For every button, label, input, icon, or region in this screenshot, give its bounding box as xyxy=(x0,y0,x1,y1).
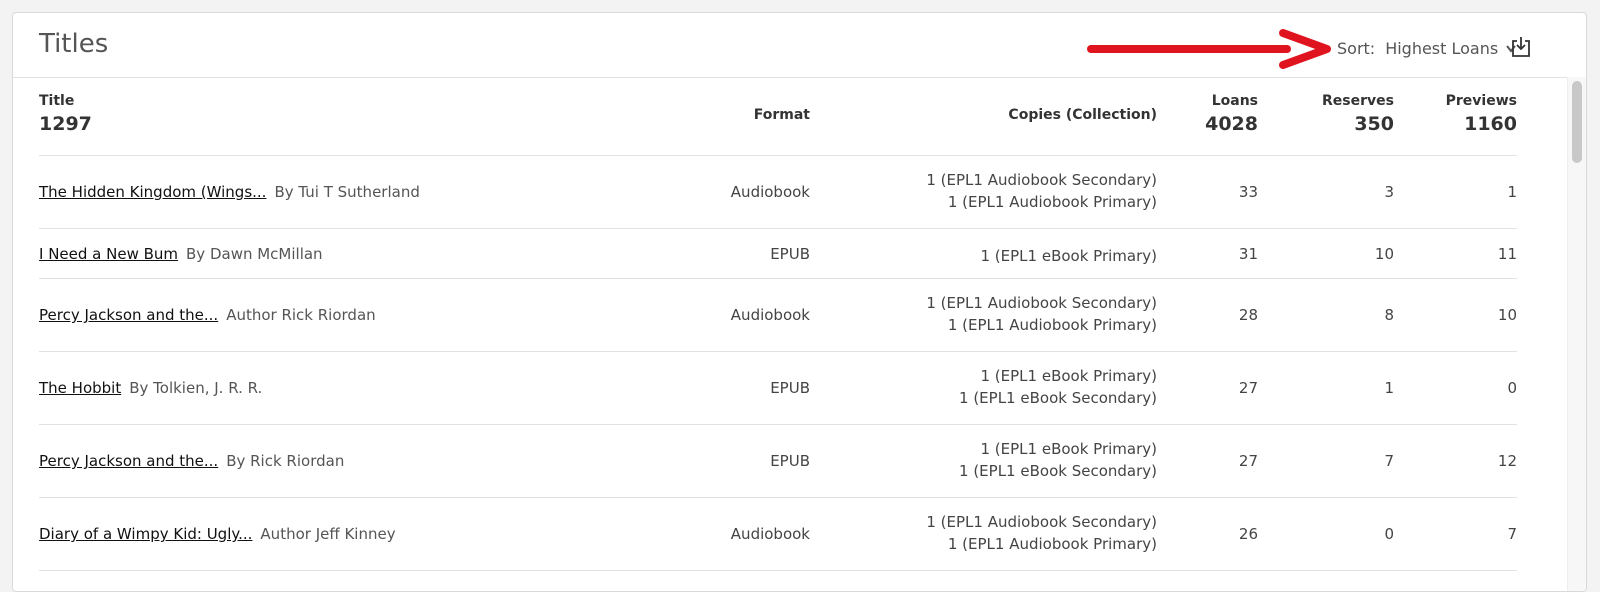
table-row: Percy Jackson and the... Author Rick Rior… xyxy=(39,279,1517,352)
title-link[interactable]: The Hobbit xyxy=(39,379,121,397)
author-text: By Rick Riordan xyxy=(226,452,345,470)
download-button[interactable] xyxy=(1509,35,1533,59)
reserves-cell: 3 xyxy=(1384,183,1394,201)
copies-cell: 1 (EPL1 Audiobook Secondary) 1 (EPL1 Audi… xyxy=(926,292,1157,336)
sort-dropdown[interactable]: Sort: Highest Loans xyxy=(1337,39,1516,58)
loans-cell: 31 xyxy=(1238,244,1258,263)
copies-cell: 1 (EPL1 eBook Primary) 1 (EPL1 eBook Seco… xyxy=(959,365,1157,409)
title-cell: I Need a New Bum By Dawn McMillan xyxy=(39,245,323,263)
copies-line: 1 (EPL1 eBook Secondary) xyxy=(959,462,1157,480)
title-cell: Percy Jackson and the... Author Rick Rior… xyxy=(39,306,376,324)
panel-header: Titles Sort: Highest Loans xyxy=(13,13,1586,78)
previews-cell: 7 xyxy=(1507,525,1517,543)
reserves-cell: 1 xyxy=(1384,379,1394,397)
reserves-cell: 7 xyxy=(1384,452,1394,470)
format-cell: Audiobook xyxy=(730,525,810,543)
previews-cell: 11 xyxy=(1497,244,1517,263)
title-link[interactable]: The Hidden Kingdom (Wings... xyxy=(39,183,266,201)
red-arrow-annotation xyxy=(1087,29,1331,69)
column-header-reserves[interactable]: Reserves 350 xyxy=(1322,93,1394,135)
format-cell: EPUB xyxy=(770,379,810,397)
loans-cell: 28 xyxy=(1238,306,1258,324)
loans-count: 4028 xyxy=(1205,113,1258,135)
column-header-format[interactable]: Format xyxy=(754,107,810,123)
title-cell: Percy Jackson and the... By Rick Riordan xyxy=(39,452,344,470)
copies-line: 1 (EPL1 eBook Primary) xyxy=(980,246,1158,265)
copies-cell: 1 (EPL1 eBook Primary) 1 (EPL1 eBook Seco… xyxy=(959,438,1157,482)
copies-line: 1 (EPL1 eBook Secondary) xyxy=(959,389,1157,407)
copies-line: 1 (EPL1 eBook Primary) xyxy=(980,367,1158,385)
previews-cell: 1 xyxy=(1507,183,1517,201)
previews-count: 1160 xyxy=(1464,113,1517,135)
author-text: Author Rick Riordan xyxy=(226,306,376,324)
table-row: I Need a New Bum By Dawn McMillan EPUB 1 … xyxy=(39,229,1517,279)
titles-panel: Titles Sort: Highest Loans Title 1297 Fo… xyxy=(12,12,1587,592)
format-cell: Audiobook xyxy=(730,306,810,324)
reserves-count: 350 xyxy=(1354,113,1394,135)
sort-value: Highest Loans xyxy=(1385,39,1499,58)
table-row: The Hidden Kingdom (Wings... By Tui T Sut… xyxy=(39,156,1517,229)
format-cell: EPUB xyxy=(770,452,810,470)
vertical-scrollbar[interactable] xyxy=(1567,77,1586,591)
previews-cell: 10 xyxy=(1497,306,1517,324)
titles-table: Title 1297 Format Copies (Collection) Lo… xyxy=(39,77,1517,571)
copies-cell: 1 (EPL1 eBook Primary) xyxy=(981,245,1158,267)
loans-cell: 27 xyxy=(1238,379,1258,397)
loans-cell: 27 xyxy=(1238,452,1258,470)
copies-line: 1 (EPL1 Audiobook Secondary) xyxy=(926,171,1157,189)
reserves-cell: 10 xyxy=(1374,244,1394,263)
author-text: By Tui T Sutherland xyxy=(274,183,420,201)
loans-cell: 33 xyxy=(1238,183,1258,201)
title-cell: The Hobbit By Tolkien, J. R. R. xyxy=(39,379,262,397)
title-link[interactable]: Percy Jackson and the... xyxy=(39,452,218,470)
page-title: Titles xyxy=(39,29,109,59)
copies-line: 1 (EPL1 Audiobook Secondary) xyxy=(926,294,1157,312)
previews-cell: 0 xyxy=(1507,379,1517,397)
title-count: 1297 xyxy=(39,113,92,135)
column-header-title[interactable]: Title 1297 xyxy=(39,93,92,135)
copies-line: 1 (EPL1 Audiobook Primary) xyxy=(947,316,1157,334)
loans-cell: 26 xyxy=(1238,525,1258,543)
author-text: By Tolkien, J. R. R. xyxy=(129,379,263,397)
column-header-copies[interactable]: Copies (Collection) xyxy=(1008,107,1157,123)
copies-cell: 1 (EPL1 Audiobook Secondary) 1 (EPL1 Audi… xyxy=(926,169,1157,213)
table-row: Diary of a Wimpy Kid: Ugly... Author Jeff… xyxy=(39,498,1517,571)
table-row: Percy Jackson and the... By Rick Riordan … xyxy=(39,425,1517,498)
copies-cell: 1 (EPL1 Audiobook Secondary) 1 (EPL1 Audi… xyxy=(926,511,1157,555)
previews-cell: 12 xyxy=(1497,452,1517,470)
copies-line: 1 (EPL1 eBook Primary) xyxy=(980,440,1158,458)
title-link[interactable]: I Need a New Bum xyxy=(39,245,178,263)
title-cell: Diary of a Wimpy Kid: Ugly... Author Jeff… xyxy=(39,525,396,543)
table-body: The Hidden Kingdom (Wings... By Tui T Sut… xyxy=(39,156,1517,571)
title-cell: The Hidden Kingdom (Wings... By Tui T Sut… xyxy=(39,183,420,201)
copies-line: 1 (EPL1 Audiobook Secondary) xyxy=(926,513,1157,531)
sort-label: Sort: xyxy=(1337,39,1376,58)
scrollbar-thumb[interactable] xyxy=(1572,81,1582,163)
reserves-cell: 0 xyxy=(1384,525,1394,543)
download-icon xyxy=(1512,37,1530,57)
reserves-cell: 8 xyxy=(1384,306,1394,324)
column-header-previews[interactable]: Previews 1160 xyxy=(1446,93,1517,135)
author-text: By Dawn McMillan xyxy=(186,244,323,263)
format-cell: EPUB xyxy=(770,244,810,263)
copies-line: 1 (EPL1 Audiobook Primary) xyxy=(947,535,1157,553)
format-cell: Audiobook xyxy=(730,183,810,201)
copies-line: 1 (EPL1 Audiobook Primary) xyxy=(947,193,1157,211)
table-row: The Hobbit By Tolkien, J. R. R. EPUB 1 (E… xyxy=(39,352,1517,425)
author-text: Author Jeff Kinney xyxy=(260,525,396,543)
column-header-loans[interactable]: Loans 4028 xyxy=(1205,93,1258,135)
title-link[interactable]: Percy Jackson and the... xyxy=(39,306,218,324)
title-link[interactable]: Diary of a Wimpy Kid: Ugly... xyxy=(39,525,252,543)
table-header: Title 1297 Format Copies (Collection) Lo… xyxy=(39,77,1517,156)
